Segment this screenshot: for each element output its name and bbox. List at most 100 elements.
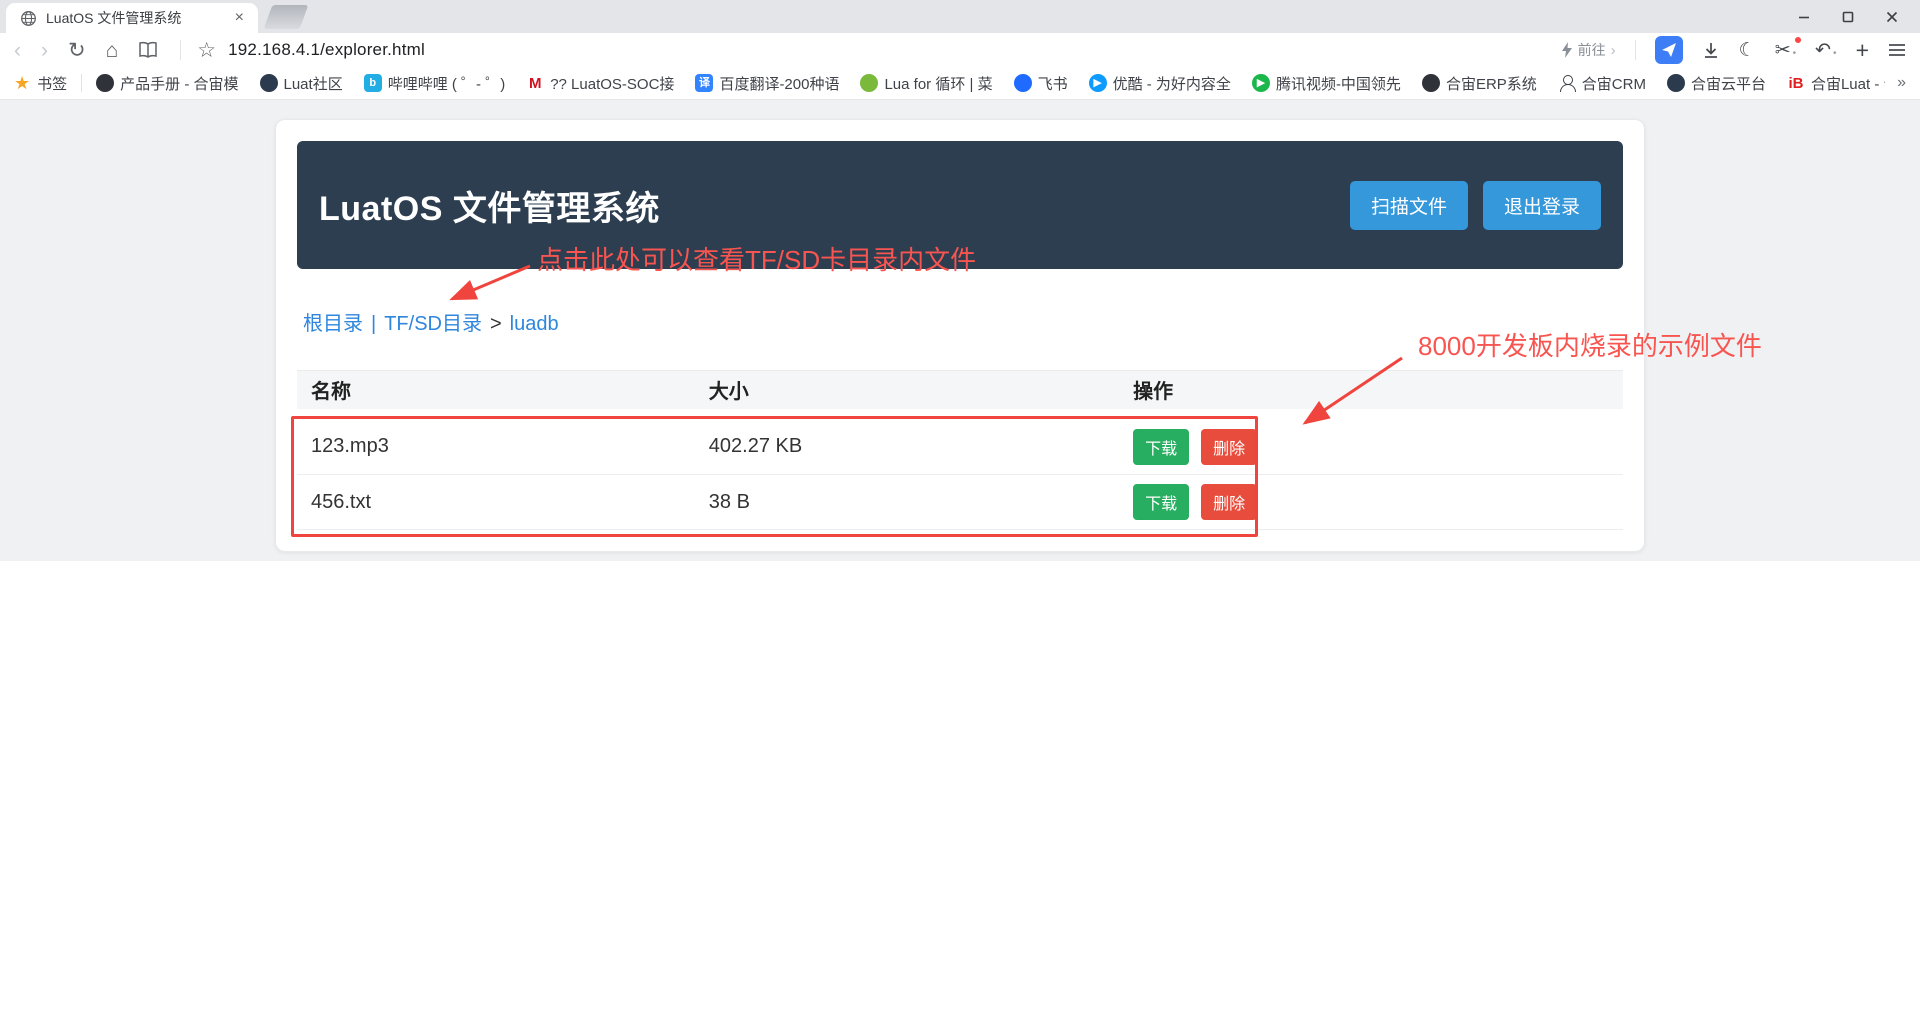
column-name: 名称 <box>297 371 695 409</box>
go-label: 前往 <box>1578 40 1606 60</box>
night-mode-icon[interactable]: ☾ <box>1739 41 1756 60</box>
bookmarks-lead[interactable]: ★ 书签 <box>14 73 67 94</box>
window-controls <box>1782 0 1914 33</box>
hezhou-erp-icon <box>1422 74 1440 92</box>
file-manager-card: LuatOS 文件管理系统 扫描文件 退出登录 根目录 | TF/SD目录 > luad… <box>275 119 1645 552</box>
scan-files-button[interactable]: 扫描文件 <box>1350 181 1468 230</box>
bookmark-label: 合宙CRM <box>1582 73 1646 94</box>
notification-dot <box>1795 37 1801 43</box>
bookmark-label: ?? LuatOS-SOC接 <box>550 73 674 94</box>
tab-shadow-decoration <box>264 5 309 29</box>
hezhou-crm-icon <box>1558 74 1576 92</box>
bookmarks-bar: ★ 书签 产品手册 - 合宙模 Luat社区 b哔哩哔哩 ( ゜- ゜) M ?? Lu… <box>0 67 1920 100</box>
delete-button[interactable]: 删除 <box>1201 429 1257 465</box>
file-name: 456.txt <box>297 475 695 530</box>
page-viewport: LuatOS 文件管理系统 扫描文件 退出登录 根目录 | TF/SD目录 > luad… <box>0 100 1920 561</box>
bookmark-item[interactable]: 合宙云平台 <box>1667 73 1766 94</box>
tencent-video-icon: ▶ <box>1252 74 1270 92</box>
header-buttons: 扫描文件 退出登录 <box>1350 181 1601 230</box>
bookmark-item[interactable]: 产品手册 - 合宙模 <box>96 73 238 94</box>
bookmark-item[interactable]: ▶ 优酷 - 为好内容全 <box>1089 73 1231 94</box>
browser-tab[interactable]: LuatOS 文件管理系统 × <box>6 3 258 33</box>
luat-community-icon <box>260 74 278 92</box>
tab-title: LuatOS 文件管理系统 <box>46 8 231 28</box>
bookmarks-label: 书签 <box>37 73 67 94</box>
file-table: 名称 大小 操作 123.mp3402.27 KB下载删除456.txt38 B… <box>297 370 1623 530</box>
delete-button[interactable]: 删除 <box>1201 484 1257 520</box>
bookmark-item[interactable]: Lua for 循环 | 菜 <box>860 73 992 94</box>
reading-mode-icon[interactable] <box>138 41 158 59</box>
bookmark-label: 优酷 - 为好内容全 <box>1113 73 1231 94</box>
favorite-star-icon[interactable]: ☆ <box>197 40 216 61</box>
hezhou-cloud-icon <box>1667 74 1685 92</box>
browser-tab-bar: LuatOS 文件管理系统 × <box>0 0 1920 33</box>
bookmark-label: 合宙ERP系统 <box>1446 73 1537 94</box>
bookmark-label: 哔哩哔哩 ( ゜- ゜) <box>388 73 506 94</box>
bookmarks-overflow-icon[interactable]: » <box>1897 74 1906 92</box>
browser-assistant-icon[interactable] <box>1655 36 1683 64</box>
bookmark-item[interactable]: ▶ 腾讯视频-中国领先 <box>1252 73 1401 94</box>
close-button[interactable] <box>1870 0 1914 33</box>
download-manager-icon[interactable] <box>1702 41 1720 59</box>
caret-icon: • <box>1833 48 1837 59</box>
breadcrumb-separator: > <box>490 313 502 335</box>
feishu-icon <box>1014 74 1032 92</box>
column-size: 大小 <box>695 371 1119 409</box>
bookmark-label: 腾讯视频-中国领先 <box>1276 73 1401 94</box>
forward-icon[interactable]: › <box>41 40 48 61</box>
breadcrumb-root-link[interactable]: 根目录 <box>303 313 363 335</box>
bookmarks-list: 产品手册 - 合宙模 Luat社区 b哔哩哔哩 ( ゜- ゜) M ?? LuatOS-… <box>96 73 1885 94</box>
home-icon[interactable]: ⌂ <box>106 40 119 61</box>
lightning-icon <box>1561 42 1573 58</box>
undo-history-icon[interactable]: ↶• <box>1815 41 1836 60</box>
address-bar[interactable]: 192.168.4.1/explorer.html <box>228 40 425 60</box>
luatos-soc-icon: M <box>526 74 544 92</box>
page-title: LuatOS 文件管理系统 <box>319 181 660 230</box>
bookmark-label: 合宙云平台 <box>1691 73 1766 94</box>
go-button[interactable]: 前往 › <box>1561 40 1616 60</box>
browser-toolbar: ‹ › ↻ ⌂ ☆ 192.168.4.1/explorer.html 前往 ›… <box>0 33 1920 67</box>
breadcrumb: 根目录 | TF/SD目录 > luadb <box>303 307 1623 336</box>
bookmark-item[interactable]: iB 合宙Luat - 合宙Lu <box>1787 73 1885 94</box>
bookmark-item[interactable]: 合宙CRM <box>1558 73 1646 94</box>
refresh-icon[interactable]: ↻ <box>68 40 86 61</box>
bookmark-label: 产品手册 - 合宙模 <box>120 73 238 94</box>
table-row: 456.txt38 B下载删除 <box>297 475 1623 530</box>
download-button[interactable]: 下载 <box>1133 484 1189 520</box>
new-tab-plus-icon[interactable]: + <box>1856 39 1869 62</box>
minimize-button[interactable] <box>1782 0 1826 33</box>
bookmark-item[interactable]: 译百度翻译-200种语 <box>695 73 839 94</box>
baidu-translate-icon: 译 <box>695 74 713 92</box>
caret-icon: • <box>1793 48 1797 59</box>
back-icon[interactable]: ‹ <box>14 40 21 61</box>
breadcrumb-current-link[interactable]: luadb <box>510 313 559 335</box>
column-actions: 操作 <box>1119 371 1623 409</box>
bookmark-item[interactable]: b哔哩哔哩 ( ゜- ゜) <box>364 73 506 94</box>
screenshot-scissors-icon[interactable]: ✂• <box>1775 41 1796 60</box>
chevron-right-icon: › <box>1611 42 1616 59</box>
download-button[interactable]: 下载 <box>1133 429 1189 465</box>
maximize-button[interactable] <box>1826 0 1870 33</box>
tab-close-icon[interactable]: × <box>231 9 248 27</box>
file-actions: 下载删除 <box>1119 420 1623 475</box>
bookmark-label: 合宙Luat - 合宙Lu <box>1811 73 1885 94</box>
bookmark-item[interactable]: 合宙ERP系统 <box>1422 73 1537 94</box>
file-name: 123.mp3 <box>297 420 695 475</box>
runoob-icon <box>860 74 878 92</box>
file-actions: 下载删除 <box>1119 475 1623 530</box>
breadcrumb-separator: | <box>371 313 376 335</box>
table-row: 123.mp3402.27 KB下载删除 <box>297 420 1623 475</box>
bookmark-item[interactable]: Luat社区 <box>260 73 343 94</box>
breadcrumb-tfsd-link[interactable]: TF/SD目录 <box>384 313 482 335</box>
logout-button[interactable]: 退出登录 <box>1483 181 1601 230</box>
bookmarks-divider <box>81 74 82 92</box>
toolbar-right-cluster: 前往 › ☾ ✂• ↶• + <box>1561 36 1906 64</box>
bookmark-item[interactable]: 飞书 <box>1014 73 1068 94</box>
bookmark-label: Lua for 循环 | 菜 <box>884 73 992 94</box>
youku-icon: ▶ <box>1089 74 1107 92</box>
file-rows: 123.mp3402.27 KB下载删除456.txt38 B下载删除 <box>297 409 1623 530</box>
bookmark-item[interactable]: M ?? LuatOS-SOC接 <box>526 73 674 94</box>
hezhou-luat-icon: iB <box>1787 74 1805 92</box>
menu-icon[interactable] <box>1888 43 1906 57</box>
toolbar-divider <box>1635 40 1636 60</box>
